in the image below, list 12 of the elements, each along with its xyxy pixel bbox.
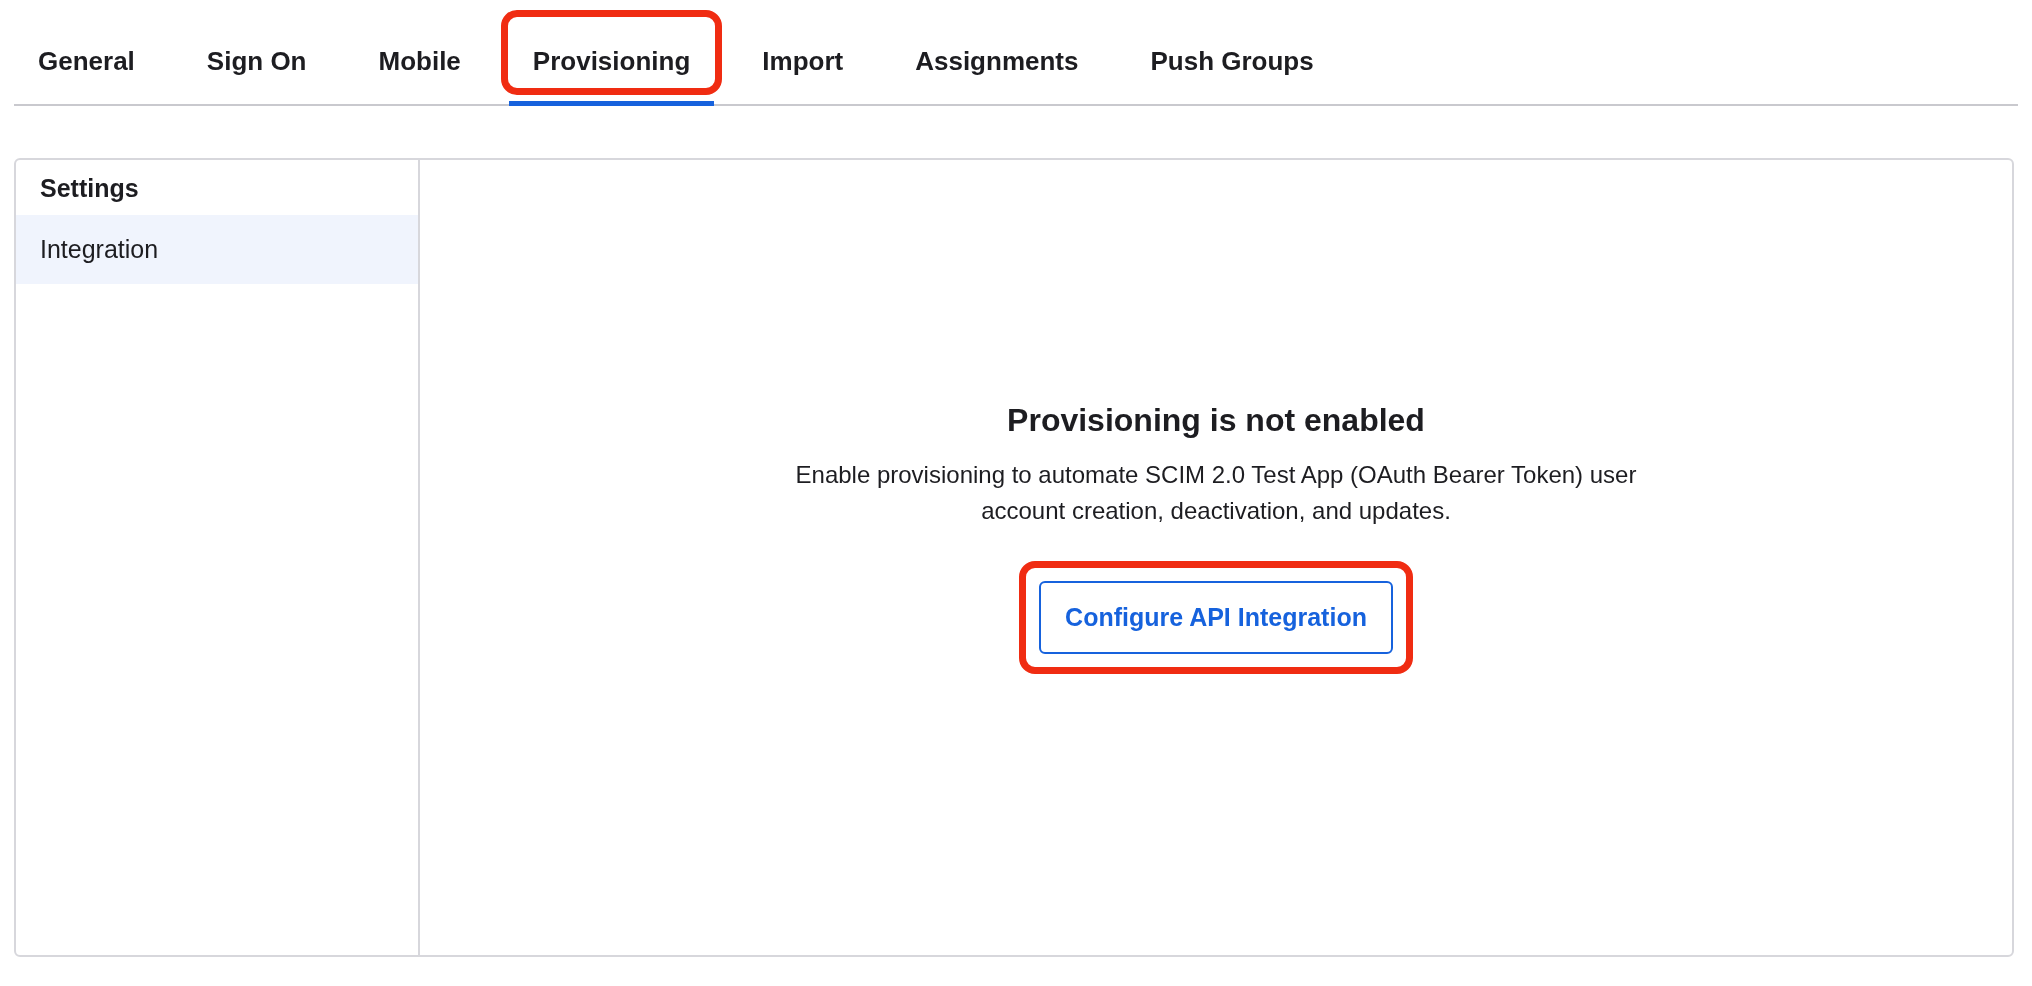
configure-button[interactable]: Configure API Integration <box>1039 580 1393 654</box>
tab[interactable]: Import <box>738 0 868 106</box>
sidebar-heading: Settings <box>39 173 140 204</box>
tab[interactable]: Assignments <box>891 0 1103 106</box>
tab[interactable]: Mobile <box>354 0 485 106</box>
tab[interactable]: General <box>14 0 159 106</box>
sidebar-item[interactable]: Integration <box>16 215 418 284</box>
tab[interactable]: Sign On <box>182 0 331 106</box>
empty-state-description: Enable provisioning to automate SCIM 2.0 Test App (OAuth Bearer Token) user account creation, deactivation, and updates. <box>794 459 1638 526</box>
tab[interactable]: Provisioning <box>508 0 715 106</box>
tab[interactable]: Push Groups <box>1126 0 1338 106</box>
empty-state-title: Provisioning is not enabled <box>1007 401 1425 439</box>
